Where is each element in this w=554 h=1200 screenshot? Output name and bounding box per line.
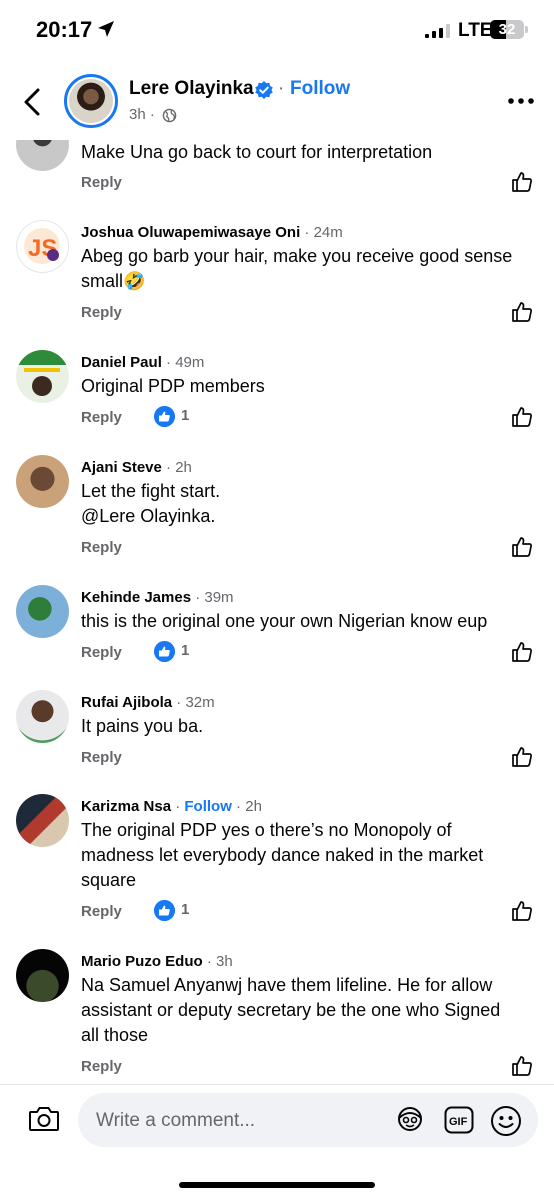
reply-button[interactable]: Reply [81,903,122,920]
status-time: 20:17 [36,17,93,42]
status-bar: 20:17 LTE 32 [0,0,554,62]
location-arrow-icon [98,21,114,37]
commenter-avatar[interactable] [16,140,69,171]
reaction-count: 1 [181,642,190,659]
commenter-name[interactable]: Rufai Ajibola · 32m [81,694,215,711]
commenter-name[interactable]: Karizma Nsa · Follow · 2h [81,798,262,815]
commenter-name[interactable]: Joshua Oluwapemiwasaye Oni · 24m [81,224,343,241]
gif-icon[interactable]: GIF [444,1106,474,1134]
commenter-avatar[interactable] [16,350,69,403]
comment-time: · 2h [231,798,262,815]
svg-text:GIF: GIF [449,1116,468,1128]
commenter-name[interactable]: Daniel Paul · 49m [81,354,204,371]
comment-text: Abeg go barb your hair, make you receive… [81,246,513,291]
like-icon[interactable] [511,536,533,558]
verified-badge-icon [255,81,273,99]
follow-commenter-button[interactable]: Follow [184,798,232,815]
signal-icon [425,24,450,38]
commenter-avatar[interactable] [16,585,69,638]
post-time: 3h · [129,106,155,123]
reaction-count: 1 [181,407,190,424]
commenter-name[interactable]: Ajani Steve · 2h [81,459,192,476]
like-reaction-icon [154,406,175,427]
reply-button[interactable]: Reply [81,174,122,191]
like-icon[interactable] [511,406,533,428]
comment-text: The original PDP yes o there’s no Monopo… [81,820,484,890]
reply-button[interactable]: Reply [81,409,122,426]
comment-text: Let the fight start. @Lere Olayinka. [81,481,221,526]
home-indicator [179,1182,375,1188]
comment-text: Make Una go back to court for interpreta… [81,142,433,162]
emoji-icon[interactable] [490,1105,522,1137]
comment-time: · 49m [161,354,205,371]
reaction-count: 1 [181,901,190,918]
camera-icon[interactable] [28,1105,60,1133]
reply-button[interactable]: Reply [81,749,122,766]
post-header: Lere Olayinka · Follow 3h · [0,62,554,140]
like-icon[interactable] [511,301,533,323]
commenter-name[interactable]: Kehinde James · 39m [81,589,234,606]
comment-text: It pains you ba. [81,716,204,736]
reply-button[interactable]: Reply [81,1058,122,1075]
commenter-avatar[interactable]: JS [16,220,69,273]
commenter-avatar[interactable] [16,690,69,743]
avatar-sticker-icon[interactable] [394,1105,426,1135]
commenter-avatar[interactable] [16,949,69,1002]
comment-text: Na Samuel Anyanwj have them lifeline. He… [81,975,501,1045]
comment-time: · 2h [161,459,192,476]
comment-text: this is the original one your own Nigeri… [81,611,488,631]
like-reaction-icon [154,900,175,921]
follow-button[interactable]: Follow [290,78,350,100]
comment-box[interactable]: GIF [78,1093,538,1149]
like-icon[interactable] [511,641,533,663]
like-icon[interactable] [511,1055,533,1077]
comment-composer: GIF [0,1084,554,1200]
globe-icon [162,108,177,123]
like-reaction-icon [154,641,175,662]
commenter-avatar[interactable] [16,794,69,847]
battery-icon: 32 [490,20,524,39]
battery-tip [525,26,528,33]
comments-list: Make Una go back to court for interpreta… [0,140,554,1084]
comment-time: · 3h [202,953,233,970]
author-name[interactable]: Lere Olayinka [129,78,254,100]
like-icon[interactable] [511,746,533,768]
network-label: LTE [458,20,493,41]
comment-text: Original PDP members [81,376,265,396]
reply-button[interactable]: Reply [81,539,122,556]
back-arrow-icon[interactable] [22,88,42,116]
more-options-icon[interactable] [508,98,534,104]
commenter-avatar[interactable] [16,455,69,508]
like-icon[interactable] [511,171,533,193]
reply-button[interactable]: Reply [81,304,122,321]
comment-time: · 32m [172,694,215,711]
like-icon[interactable] [511,900,533,922]
comment-time: · 39m [191,589,234,606]
reply-button[interactable]: Reply [81,644,122,661]
battery-level: 32 [498,21,516,38]
commenter-name[interactable]: Mario Puzo Eduo · 3h [81,953,233,970]
author-avatar[interactable] [64,74,118,128]
comment-input[interactable] [94,1093,388,1149]
header-dot: · [278,78,285,99]
comment-time: · 24m [300,224,343,241]
